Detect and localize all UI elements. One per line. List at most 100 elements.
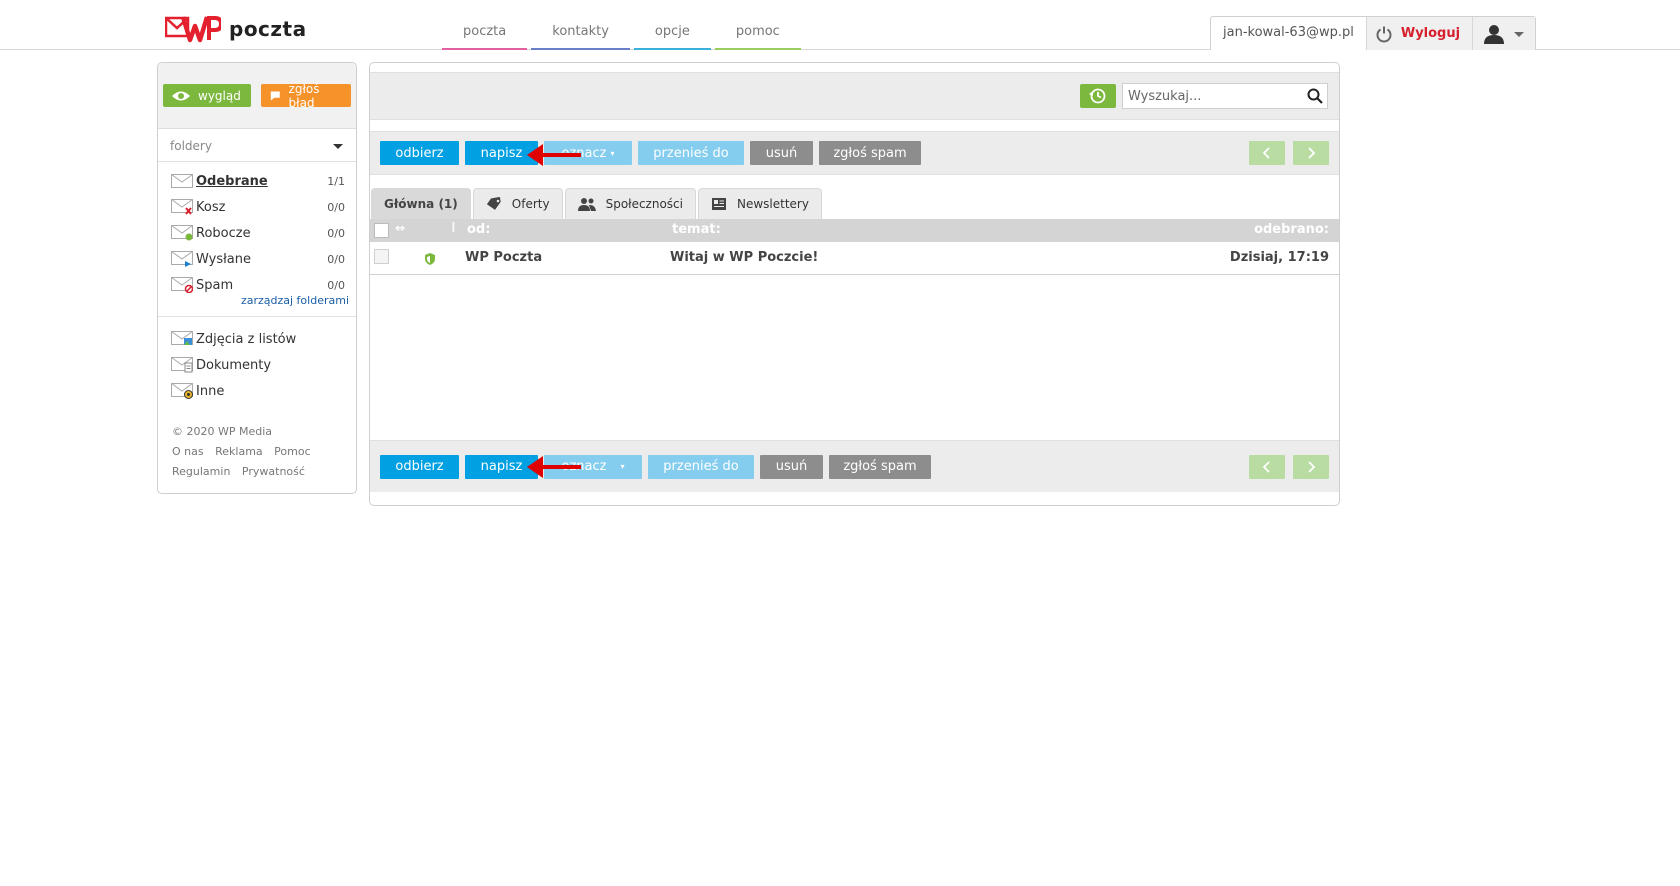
tab-main[interactable]: Główna (1) [371,188,471,219]
prev-page-button[interactable] [1249,141,1285,165]
report-spam-button[interactable]: zgłoś spam [819,141,921,165]
search-button[interactable] [1303,88,1327,104]
history-button[interactable] [1080,84,1116,108]
history-icon [1089,88,1106,104]
chevron-down-icon: ▾ [610,148,615,158]
next-page-button[interactable] [1293,141,1329,165]
chevron-down-icon: ▾ [620,462,625,471]
category-other[interactable]: Inne [158,378,356,404]
thread-toggle-icon[interactable]: ⇔ [395,221,405,235]
search-input[interactable] [1123,84,1303,108]
account-menu-button[interactable] [1472,17,1536,50]
user-box: jan-kowal-63@wp.pl Wyloguj [1210,16,1537,50]
eye-icon [172,91,190,100]
table-row[interactable]: WP Poczta Witaj w WP Poczcie! Dzisiaj, 1… [370,242,1339,275]
footer-link-terms[interactable]: Regulamin [172,465,230,478]
column-subject[interactable]: temat: [672,222,721,237]
nav-kontakty[interactable]: kontakty [531,22,630,50]
footer-link-privacy[interactable]: Prywatność [242,465,305,478]
main-nav: poczta kontakty opcje pomoc [442,22,805,50]
folder-label: Spam [196,277,234,293]
trash-envelope-icon [171,199,193,215]
mark-label: oznacz [561,145,607,161]
attachment-icon: ⦚ [452,221,455,236]
move-to-button[interactable]: przenieś do [648,454,754,479]
tab-social[interactable]: Społeczności [564,188,696,219]
folder-count: 0/0 [327,278,345,292]
sidebar-footer: © 2020 WP Media O nas Reklama Pomoc Regu… [158,404,356,482]
folder-label: Wysłane [196,251,251,267]
folder-count: 1/1 [327,174,345,188]
toolbar-bottom: odbierz napisz oznacz ▾ przenieś do usuń… [370,440,1339,492]
view-button-label: wygląd [198,88,241,103]
next-page-button[interactable] [1293,455,1329,479]
column-from[interactable]: od: [467,222,490,237]
footer-link-about[interactable]: O nas [172,445,204,458]
view-button[interactable]: wygląd [163,84,251,107]
nav-poczta[interactable]: poczta [442,22,528,50]
folder-wyslane[interactable]: Wysłane 0/0 [158,246,356,272]
message-sender: WP Poczta [465,250,543,265]
footer-link-help[interactable]: Pomoc [274,445,310,458]
spam-envelope-icon [171,277,193,293]
tab-offers[interactable]: Oferty [472,188,563,219]
power-icon [1376,26,1392,42]
report-bug-label: zgłoś błąd [288,81,320,110]
mark-dropdown[interactable]: oznacz ▾ [544,454,642,479]
compose-button[interactable]: napisz [465,141,538,165]
folders-label: foldery [170,138,212,153]
select-all-checkbox[interactable] [374,223,389,238]
receive-button[interactable]: odbierz [380,141,459,165]
mark-dropdown[interactable]: oznacz ▾ [544,141,632,165]
chevron-down-icon [1514,31,1525,37]
chevron-right-icon [1308,147,1316,159]
logout-label: Wyloguj [1400,26,1461,41]
footer-link-ads[interactable]: Reklama [215,445,263,458]
bug-report-icon [270,91,280,100]
user-email[interactable]: jan-kowal-63@wp.pl [1211,17,1366,50]
wp-logo-mark [164,14,224,44]
folder-robocze[interactable]: Robocze 0/0 [158,220,356,246]
toolbar-top: odbierz napisz oznacz ▾ przenieś do usuń… [370,131,1339,175]
tab-newsletters[interactable]: Newslettery [697,188,822,219]
mark-label: oznacz [561,459,607,474]
delete-button[interactable]: usuń [750,141,813,165]
tab-label: Oferty [511,197,550,211]
message-list-empty-area [370,275,1339,440]
category-photos[interactable]: Zdjęcia z listów [158,326,356,352]
tab-label: Główna (1) [384,197,458,211]
footer-links-row: Regulamin Prywatność [172,462,342,482]
manage-folders-link[interactable]: zarządzaj folderami [158,294,356,312]
row-checkbox[interactable] [374,249,389,264]
folder-label: Kosz [196,199,226,215]
nav-pomoc[interactable]: pomoc [714,22,801,50]
category-documents[interactable]: Dokumenty [158,352,356,378]
category-label: Zdjęcia z listów [196,331,297,347]
mail-panel: odbierz napisz oznacz ▾ przenieś do usuń… [369,62,1340,506]
move-to-button[interactable]: przenieś do [638,141,744,165]
newspaper-icon [711,198,726,210]
prev-page-button[interactable] [1249,455,1285,479]
search-bar [370,72,1339,120]
category-tabs: Główna (1) Oferty Społeczności Newslette… [370,186,1339,219]
report-bug-button[interactable]: zgłoś błąd [261,81,351,110]
copyright: © 2020 WP Media [172,425,273,438]
pagination [1249,455,1329,479]
folder-kosz[interactable]: Kosz 0/0 [158,194,356,220]
report-spam-button[interactable]: zgłoś spam [829,454,931,479]
folder-odebrane[interactable]: Odebrane 1/1 [158,168,356,194]
folders-dropdown[interactable]: foldery [158,130,356,162]
delete-button[interactable]: usuń [760,454,823,479]
folder-count: 0/0 [327,252,345,266]
message-date: Dzisiaj, 17:19 [1229,250,1329,265]
column-received[interactable]: odebrano: [1254,222,1329,237]
search-box [1122,83,1328,109]
compose-button[interactable]: napisz [465,454,538,479]
receive-button[interactable]: odbierz [380,454,459,479]
envelope-icon [171,174,193,188]
nav-opcje[interactable]: opcje [633,22,711,50]
logout-button[interactable]: Wyloguj [1365,17,1473,50]
wp-poczta-logo[interactable]: poczta [164,14,307,44]
tab-label: Społeczności [605,197,683,211]
chevron-left-icon [1262,147,1270,159]
